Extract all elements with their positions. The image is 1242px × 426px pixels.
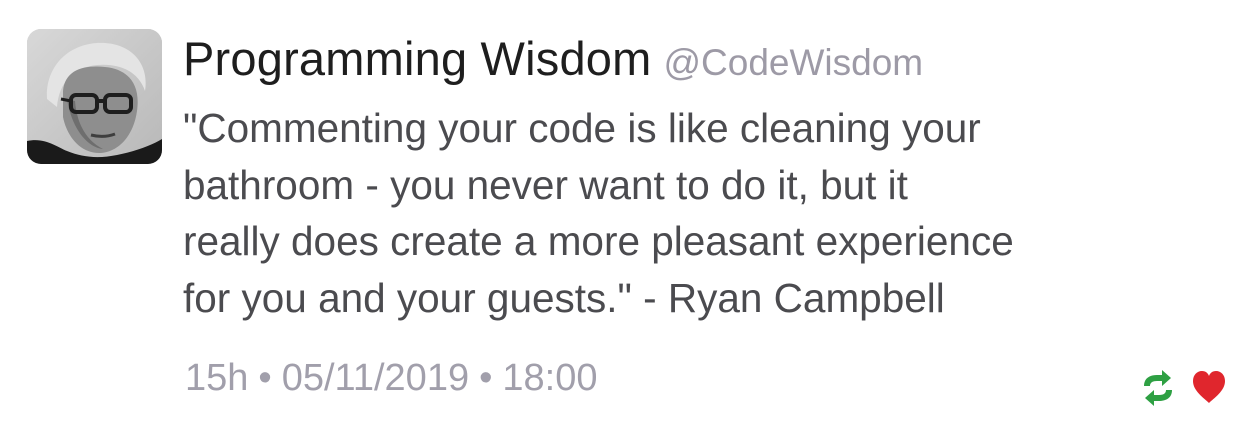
avatar[interactable] — [27, 29, 162, 164]
tweet-text: "Commenting your code is like cleaning y… — [183, 105, 1014, 321]
relative-time: 15h — [185, 357, 249, 399]
avatar-photo — [27, 29, 162, 164]
retweet-icon[interactable] — [1138, 368, 1178, 408]
tweet-time: 18:00 — [502, 357, 598, 399]
display-name[interactable]: Programming Wisdom — [183, 32, 651, 85]
heart-icon[interactable] — [1190, 368, 1228, 406]
separator-dot: • — [479, 357, 493, 399]
tweet-timestamp[interactable]: 15h • 05/11/2019 • 18:00 — [185, 352, 598, 404]
separator-dot: • — [258, 357, 272, 399]
user-handle[interactable]: @CodeWisdom — [663, 42, 923, 83]
tweet-date: 05/11/2019 — [281, 357, 470, 399]
tweet-card[interactable]: Programming Wisdom @CodeWisdom "Commentin… — [0, 0, 1242, 426]
tweet-header: Programming Wisdom @CodeWisdom — [183, 28, 923, 102]
